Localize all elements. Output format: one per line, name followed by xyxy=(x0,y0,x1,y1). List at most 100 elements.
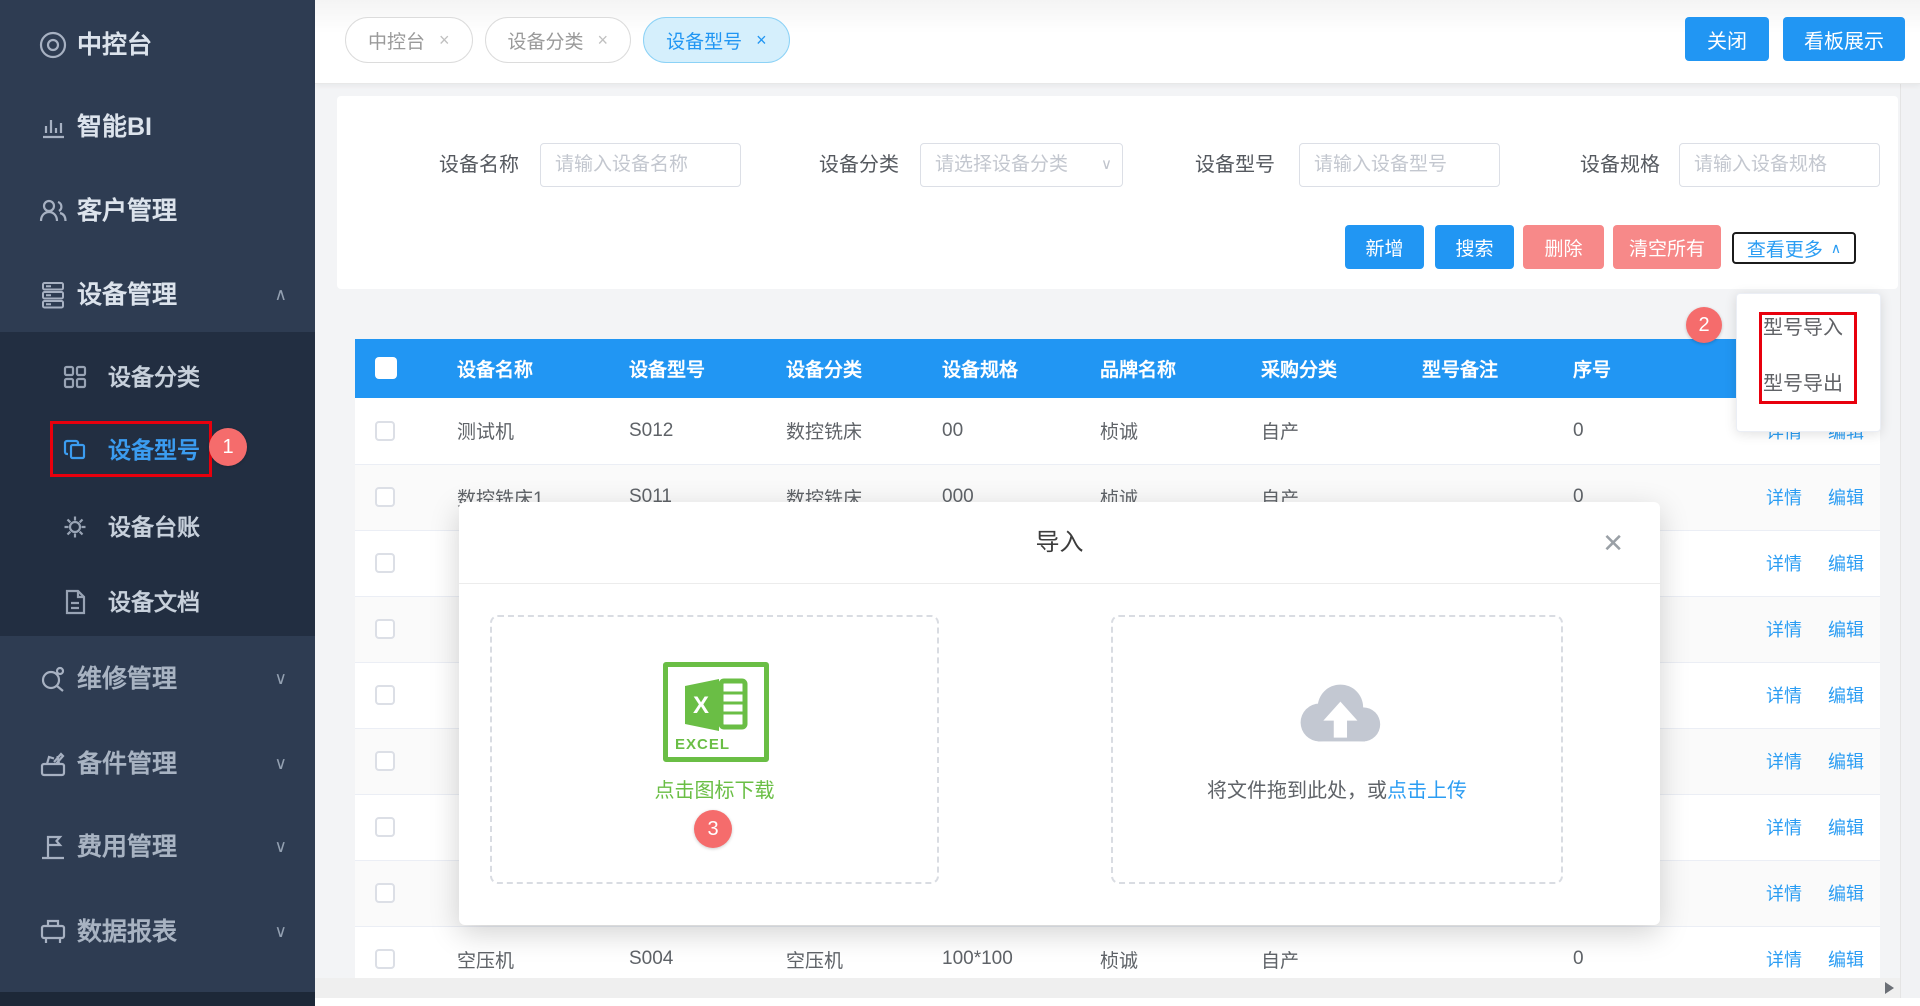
tab[interactable]: 设备分类 × xyxy=(485,17,632,63)
edit-link[interactable]: 编辑 xyxy=(1828,950,1864,970)
detail-link[interactable]: 详情 xyxy=(1766,818,1802,838)
cell-model-remark xyxy=(1395,398,1546,464)
detail-link[interactable]: 详情 xyxy=(1766,950,1802,970)
select-all-checkbox[interactable] xyxy=(375,357,397,379)
row-checkbox[interactable] xyxy=(375,751,395,771)
toolbox-icon xyxy=(36,747,70,781)
view-more-label: 查看更多 xyxy=(1747,235,1823,262)
detail-link[interactable]: 详情 xyxy=(1766,488,1802,508)
close-button[interactable]: 关闭 xyxy=(1685,17,1769,61)
excel-download-icon[interactable]: X EXCEL xyxy=(663,662,769,762)
row-checkbox[interactable] xyxy=(375,619,395,639)
tab-label: 设备型号 xyxy=(666,27,742,54)
sidebar-item-repair[interactable]: 维修管理 ∨ xyxy=(0,651,315,707)
device-category-select[interactable]: 请选择设备分类 ∨ xyxy=(920,143,1123,187)
dropdown-item[interactable]: 型号导出 xyxy=(1737,356,1880,412)
tab-bar: 中控台 × 设备分类 × 设备型号 × xyxy=(345,17,790,63)
edit-link[interactable]: 编辑 xyxy=(1828,488,1864,508)
device-spec-label: 设备规格 xyxy=(1580,143,1660,187)
search-button[interactable]: 搜索 xyxy=(1435,225,1514,269)
horizontal-scrollbar[interactable] xyxy=(315,978,1900,998)
sidebar-item-smart-bi[interactable]: 智能BI xyxy=(0,99,315,155)
repair-icon xyxy=(36,662,70,696)
header-purchase-category: 采购分类 xyxy=(1234,339,1395,398)
cell-device-spec: 00 xyxy=(915,398,1073,464)
import-modal: 导入 ✕ X EXCEL 点击图标下载 将文件拖到此处，或点击上传 xyxy=(459,502,1660,925)
annotation-step-2: 2 xyxy=(1686,307,1722,343)
table-header-row: 设备名称 设备型号 设备分类 设备规格 品牌名称 采购分类 型号备注 序号 xyxy=(355,339,1880,398)
sidebar-item-console[interactable]: 中控台 xyxy=(0,17,315,73)
chevron-up-icon: ∧ xyxy=(275,267,287,323)
excel-label: EXCEL xyxy=(675,736,730,753)
device-name-input[interactable] xyxy=(540,143,741,187)
gear-icon xyxy=(60,512,90,542)
sidebar-item-data-report[interactable]: 数据报表 ∨ xyxy=(0,904,315,960)
cell-device-category: 数控铣床 xyxy=(759,398,915,464)
tab[interactable]: 设备型号 × xyxy=(643,17,790,63)
sidebar-item-cost[interactable]: 费用管理 ∨ xyxy=(0,819,315,875)
customers-icon xyxy=(36,194,70,228)
view-more-link[interactable]: 查看更多 ∧ xyxy=(1732,232,1856,264)
row-checkbox[interactable] xyxy=(375,949,395,969)
click-upload-link[interactable]: 点击上传 xyxy=(1387,780,1467,802)
edit-link[interactable]: 编辑 xyxy=(1828,620,1864,640)
row-checkbox[interactable] xyxy=(375,421,395,441)
sidebar-item-equipment-model[interactable]: 设备型号 xyxy=(0,424,315,476)
device-spec-input[interactable] xyxy=(1679,143,1880,187)
sidebar-item-spare-parts[interactable]: 备件管理 ∨ xyxy=(0,736,315,792)
row-checkbox[interactable] xyxy=(375,487,395,507)
vertical-scroll-gutter[interactable] xyxy=(1900,84,1920,1006)
device-model-input[interactable] xyxy=(1299,143,1500,187)
drop-hint: 将文件拖到此处，或点击上传 xyxy=(1113,774,1561,803)
header-device-spec: 设备规格 xyxy=(915,339,1073,398)
edit-link[interactable]: 编辑 xyxy=(1828,752,1864,772)
equipment-icon xyxy=(36,278,70,312)
scroll-right-icon[interactable] xyxy=(1885,982,1894,994)
sidebar-item-equipment-documents[interactable]: 设备文档 xyxy=(0,576,315,628)
header-brand-name: 品牌名称 xyxy=(1073,339,1234,398)
row-checkbox[interactable] xyxy=(375,817,395,837)
delete-button[interactable]: 删除 xyxy=(1523,225,1604,269)
tab[interactable]: 中控台 × xyxy=(345,17,473,63)
detail-link[interactable]: 详情 xyxy=(1766,554,1802,574)
annotation-step-3: 3 xyxy=(694,810,732,848)
tab-close-icon[interactable]: × xyxy=(756,30,767,51)
edit-link[interactable]: 编辑 xyxy=(1828,554,1864,574)
sidebar-item-customers[interactable]: 客户管理 xyxy=(0,183,315,239)
detail-link[interactable]: 详情 xyxy=(1766,884,1802,904)
annotation-step-1: 1 xyxy=(209,428,247,466)
clear-all-button[interactable]: 清空所有 xyxy=(1613,225,1721,269)
sidebar-scroll-track xyxy=(0,992,315,1006)
cost-management-icon xyxy=(36,830,70,864)
row-checkbox[interactable] xyxy=(375,883,395,903)
data-report-icon xyxy=(36,915,70,949)
cell-sequence: 0 xyxy=(1546,398,1660,464)
header-model-remark: 型号备注 xyxy=(1395,339,1546,398)
download-template-link[interactable]: 点击图标下载 xyxy=(492,774,937,803)
cell-device-model: S012 xyxy=(602,398,759,464)
chevron-up-icon: ∧ xyxy=(1831,240,1841,257)
chevron-down-icon: ∨ xyxy=(275,651,287,707)
bi-chart-icon xyxy=(36,110,70,144)
file-drop-zone[interactable]: 将文件拖到此处，或点击上传 xyxy=(1111,615,1563,884)
row-checkbox[interactable] xyxy=(375,685,395,705)
detail-link[interactable]: 详情 xyxy=(1766,686,1802,706)
sidebar-item-equipment-ledger[interactable]: 设备台账 xyxy=(0,501,315,553)
detail-link[interactable]: 详情 xyxy=(1766,620,1802,640)
row-checkbox[interactable] xyxy=(375,553,395,573)
cell-purchase-category: 自产 xyxy=(1234,398,1395,464)
tab-close-icon[interactable]: × xyxy=(598,30,609,51)
sidebar-item-equipment-category[interactable]: 设备分类 xyxy=(0,351,315,403)
edit-link[interactable]: 编辑 xyxy=(1828,818,1864,838)
edit-link[interactable]: 编辑 xyxy=(1828,686,1864,706)
edit-link[interactable]: 编辑 xyxy=(1828,884,1864,904)
close-icon[interactable]: ✕ xyxy=(1602,502,1624,584)
device-model-label: 设备型号 xyxy=(1195,143,1275,187)
add-button[interactable]: 新增 xyxy=(1345,225,1424,269)
detail-link[interactable]: 详情 xyxy=(1766,752,1802,772)
dropdown-item[interactable]: 型号导入 xyxy=(1737,300,1880,356)
document-icon xyxy=(60,587,90,617)
sidebar-item-equipment[interactable]: 设备管理 ∧ xyxy=(0,267,315,323)
tab-close-icon[interactable]: × xyxy=(439,30,450,51)
board-display-button[interactable]: 看板展示 xyxy=(1783,17,1905,61)
